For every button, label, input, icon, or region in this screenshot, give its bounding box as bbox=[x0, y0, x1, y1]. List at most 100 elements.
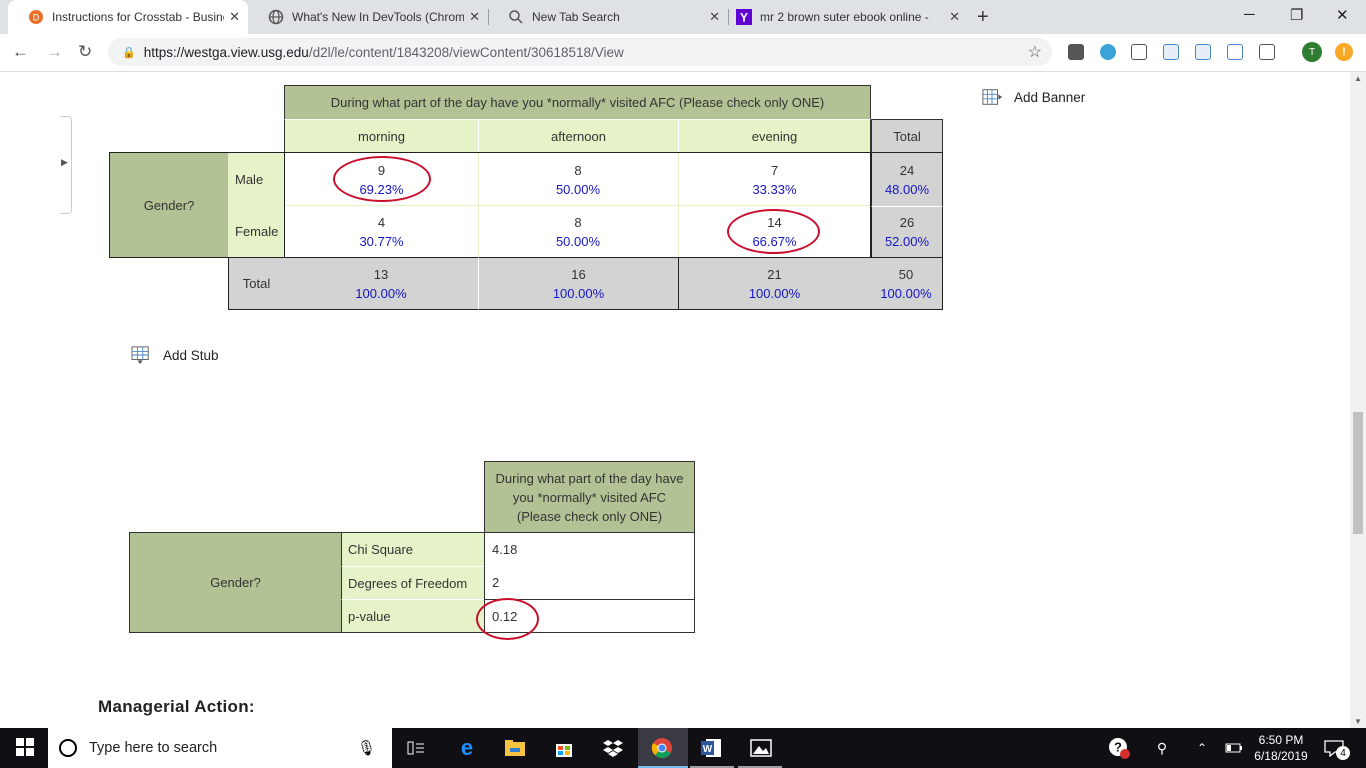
update-alert-icon[interactable]: ! bbox=[1335, 43, 1353, 61]
cell-count: 26 bbox=[899, 215, 915, 230]
task-view-icon[interactable] bbox=[404, 736, 428, 760]
edge-icon[interactable]: e bbox=[455, 735, 479, 760]
clock-time: 6:50 PM bbox=[1258, 733, 1304, 747]
svg-text:Y: Y bbox=[740, 11, 748, 25]
notification-count-badge: 4 bbox=[1336, 746, 1350, 760]
extension-icon[interactable] bbox=[1100, 44, 1116, 60]
cell-count: 24 bbox=[899, 162, 915, 178]
store-icon[interactable] bbox=[552, 736, 576, 760]
extension-icon[interactable] bbox=[1259, 44, 1275, 60]
globe-icon bbox=[268, 9, 284, 25]
degrees-of-freedom-value: 2 bbox=[484, 566, 695, 600]
add-banner-label: Add Banner bbox=[1014, 89, 1086, 105]
cell-total-afternoon: 16 100.00% bbox=[478, 257, 678, 310]
people-icon[interactable]: ⚲ bbox=[1150, 736, 1174, 760]
chi-row-label: p-value bbox=[341, 599, 485, 633]
tab-devtools[interactable]: What's New In DevTools (Chrome ✕ bbox=[248, 0, 488, 34]
dropbox-icon[interactable] bbox=[601, 736, 625, 760]
back-button[interactable]: ← bbox=[12, 42, 29, 62]
tab-title: mr 2 brown suter ebook online - bbox=[760, 10, 929, 24]
close-icon[interactable]: ✕ bbox=[949, 9, 960, 25]
cell-percent: 52.00% bbox=[884, 234, 930, 249]
chi-row-label: Chi Square bbox=[341, 532, 485, 566]
help-alert-icon[interactable]: ? bbox=[1107, 736, 1131, 760]
tab-title: What's New In DevTools (Chrome bbox=[292, 10, 464, 24]
new-tab-button[interactable]: + bbox=[977, 6, 989, 29]
cell-count: 16 bbox=[571, 266, 586, 282]
cell-count: 7 bbox=[770, 163, 779, 178]
cell-percent: 30.77% bbox=[359, 234, 404, 249]
svg-text:W: W bbox=[703, 744, 713, 755]
cell-percent: 48.00% bbox=[884, 181, 930, 197]
add-stub-button[interactable]: Add Stub bbox=[131, 346, 219, 364]
cell-percent: 50.00% bbox=[555, 182, 601, 197]
taskbar: Type here to search 🎙 e W ? ⚲ ⌃ 6:50 PM 6… bbox=[0, 728, 1366, 768]
tab-yahoo-search[interactable]: Y mr 2 brown suter ebook online - ✕ bbox=[716, 0, 968, 34]
profile-avatar[interactable]: T bbox=[1302, 42, 1322, 62]
chi-square-value: 4.18 bbox=[484, 532, 695, 567]
cell-percent: 100.00% bbox=[552, 285, 605, 301]
bookmark-star-icon[interactable]: ☆ bbox=[1028, 42, 1042, 62]
address-bar[interactable]: 🔒 https://westga.view.usg.edu/d2l/le/con… bbox=[108, 38, 1052, 66]
cell-count: 21 bbox=[767, 266, 782, 282]
cell-percent: 100.00% bbox=[880, 285, 932, 301]
play-extension-icon[interactable] bbox=[1131, 44, 1147, 60]
action-center-icon[interactable]: 4 bbox=[1322, 736, 1350, 760]
tab-new-tab-search[interactable]: New Tab Search ✕ bbox=[488, 0, 728, 34]
scroll-up-icon[interactable]: ▲ bbox=[1354, 74, 1362, 83]
extension-icon[interactable] bbox=[1227, 44, 1243, 60]
cell-percent: 50.00% bbox=[555, 234, 601, 249]
cell-count: 8 bbox=[574, 215, 582, 230]
toolbar: ← → ↻ 🔒 https://westga.view.usg.edu/d2l/… bbox=[0, 34, 1366, 72]
cell-percent: 100.00% bbox=[748, 285, 801, 301]
page-content: ▶ During what part of the day have you *… bbox=[0, 72, 1350, 728]
tab-crosstab-instructions[interactable]: D Instructions for Crosstab - Busine ✕ bbox=[8, 0, 248, 34]
tab-title: New Tab Search bbox=[532, 10, 620, 24]
scroll-down-icon[interactable]: ▼ bbox=[1354, 717, 1362, 726]
extension-icon[interactable] bbox=[1163, 44, 1179, 60]
annotation-circle bbox=[333, 156, 431, 202]
forward-button[interactable]: → bbox=[46, 42, 63, 62]
chevron-up-icon[interactable]: ⌃ bbox=[1190, 736, 1214, 760]
url-host: https://westga.view.usg.edu bbox=[143, 44, 309, 60]
cell-total-evening: 21 100.00% bbox=[678, 257, 871, 310]
file-explorer-icon[interactable] bbox=[503, 736, 527, 760]
word-icon[interactable]: W bbox=[699, 736, 723, 760]
battery-icon[interactable] bbox=[1222, 736, 1246, 760]
d2l-icon: D bbox=[28, 9, 44, 25]
cell-count: 50 bbox=[898, 266, 914, 282]
tab-strip: D Instructions for Crosstab - Busine ✕ W… bbox=[0, 0, 1366, 34]
row-label-female: Female bbox=[228, 205, 285, 258]
close-icon[interactable]: ✕ bbox=[229, 9, 240, 25]
scrollbar-thumb[interactable] bbox=[1353, 412, 1363, 534]
cell-percent: 33.33% bbox=[752, 182, 797, 197]
system-clock[interactable]: 6:50 PM 6/18/2019 bbox=[1250, 732, 1312, 764]
cell-female-morning: 4 30.77% bbox=[285, 212, 478, 252]
minimize-button[interactable]: ─ bbox=[1244, 6, 1255, 23]
clock-date: 6/18/2019 bbox=[1254, 749, 1308, 763]
grid-add-icon bbox=[982, 89, 1002, 105]
extension-icon[interactable] bbox=[1195, 44, 1211, 60]
annotation-circle bbox=[727, 209, 820, 254]
restore-button[interactable]: ❐ bbox=[1290, 6, 1303, 24]
close-icon[interactable]: ✕ bbox=[469, 9, 480, 25]
search-icon bbox=[508, 9, 524, 25]
side-panel-toggle[interactable]: ▶ bbox=[60, 116, 72, 214]
chrome-icon[interactable] bbox=[650, 736, 674, 760]
cell-total-morning: 13 100.00% bbox=[284, 257, 478, 310]
page-scrollbar[interactable]: ▲ ▼ bbox=[1350, 72, 1366, 728]
svg-text:D: D bbox=[33, 13, 40, 23]
taskbar-search-input[interactable]: Type here to search 🎙 bbox=[48, 728, 392, 768]
close-window-button[interactable]: ✕ bbox=[1336, 6, 1349, 24]
extension-icon[interactable] bbox=[1068, 44, 1084, 60]
reload-button[interactable]: ↻ bbox=[78, 42, 92, 62]
add-stub-label: Add Stub bbox=[163, 347, 219, 363]
chi-row-label: Degrees of Freedom bbox=[341, 566, 485, 599]
column-header-morning: morning bbox=[284, 119, 478, 153]
photos-icon[interactable] bbox=[749, 736, 773, 760]
add-banner-button[interactable]: Add Banner bbox=[982, 88, 1085, 106]
column-header-afternoon: afternoon bbox=[478, 119, 678, 153]
lock-icon: 🔒 bbox=[122, 46, 136, 59]
microphone-icon[interactable]: 🎙 bbox=[357, 739, 376, 757]
windows-start-icon[interactable] bbox=[16, 738, 34, 756]
